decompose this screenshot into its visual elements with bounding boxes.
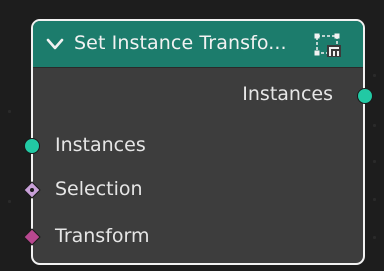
output-socket-instances[interactable] — [356, 87, 374, 105]
output-label-instances: Instances — [242, 83, 333, 105]
node-editor-canvas[interactable]: Set Instance Transfo... Instances Instan… — [0, 0, 384, 271]
node-title: Set Instance Transfo... — [74, 32, 287, 54]
grid-dot — [373, 74, 376, 77]
grid-dot — [8, 110, 11, 113]
grid-dot — [373, 124, 376, 127]
node-header[interactable]: Set Instance Transfo... — [33, 21, 363, 68]
input-label-transform: Transform — [55, 225, 150, 247]
grid-dot — [8, 200, 11, 203]
transform-gizmo-icon — [314, 33, 341, 57]
grid-dot — [373, 160, 376, 163]
input-label-instances: Instances — [55, 134, 146, 156]
input-socket-transform[interactable] — [23, 228, 41, 246]
set-instance-transform-node[interactable]: Set Instance Transfo... Instances Instan… — [23, 19, 373, 265]
input-socket-instances[interactable] — [23, 137, 41, 155]
chevron-down-icon[interactable] — [46, 37, 64, 51]
input-label-selection: Selection — [55, 178, 143, 200]
grid-dot — [373, 198, 376, 201]
input-socket-selection[interactable] — [23, 181, 41, 199]
grid-dot — [373, 236, 376, 239]
